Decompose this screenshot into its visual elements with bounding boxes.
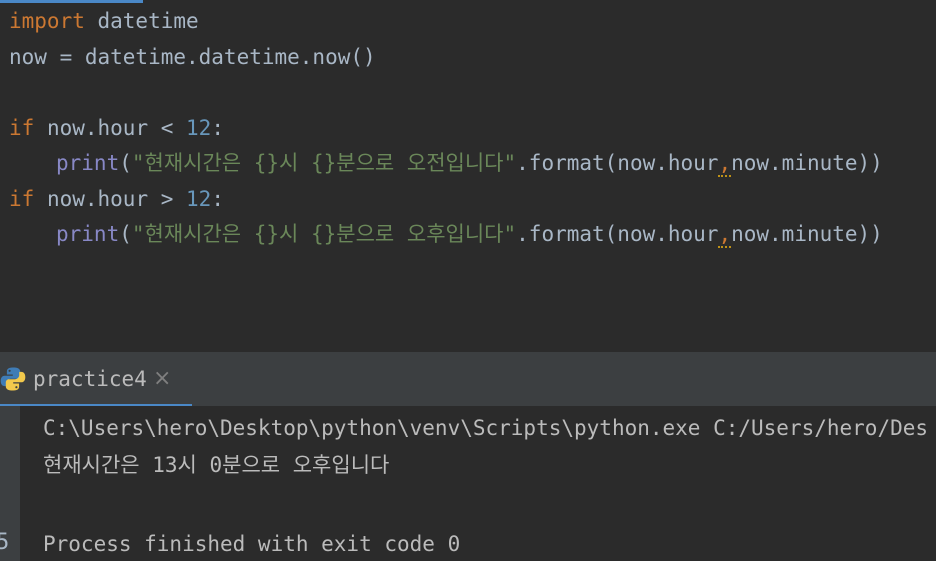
code-number: 12 bbox=[186, 187, 212, 211]
code-line-4[interactable]: if now.hour < 12: bbox=[9, 110, 224, 146]
code-paren: ( bbox=[119, 151, 132, 175]
code-line-2[interactable]: now = datetime.datetime.now() bbox=[9, 39, 376, 75]
code-string: "현재시간은 {}시 {}분으로 오전입니다" bbox=[131, 151, 517, 175]
code-line-5[interactable]: print("현재시간은 {}시 {}분으로 오전입니다".format(now… bbox=[9, 145, 883, 181]
code-call: .format(now.hour bbox=[516, 151, 719, 175]
gutter-partial-glyph: 5 bbox=[0, 530, 10, 555]
run-console-output[interactable]: C:\Users\hero\Desktop\python\venv\Script… bbox=[20, 406, 936, 561]
keyword-if: if bbox=[9, 116, 35, 140]
keyword-if: if bbox=[9, 187, 35, 211]
console-line-output: 현재시간은 13시 0분으로 오후입니다 bbox=[43, 453, 390, 477]
code-line-7[interactable]: print("현재시간은 {}시 {}분으로 오후입니다".format(now… bbox=[9, 216, 883, 252]
code-editor[interactable]: import datetime now = datetime.datetime.… bbox=[0, 0, 936, 288]
builtin-print: print bbox=[56, 222, 120, 246]
console-line-command: C:\Users\hero\Desktop\python\venv\Script… bbox=[43, 416, 929, 440]
run-tab-label: practice4 bbox=[33, 367, 147, 391]
builtin-print: print bbox=[56, 151, 120, 175]
code-text: now = datetime.datetime.now() bbox=[9, 45, 376, 69]
console-line-exit-status: Process finished with exit code 0 bbox=[43, 532, 461, 556]
code-condition: now.hour < bbox=[34, 116, 187, 140]
editor-empty-area[interactable] bbox=[0, 288, 936, 352]
run-tab-practice4[interactable]: practice4 × bbox=[0, 352, 192, 406]
code-colon: : bbox=[211, 116, 224, 140]
code-tail: now.minute)) bbox=[731, 222, 883, 246]
code-number: 12 bbox=[186, 116, 212, 140]
code-line-6[interactable]: if now.hour > 12: bbox=[9, 181, 224, 217]
code-colon: : bbox=[211, 187, 224, 211]
run-toolbar-gutter: 5 bbox=[0, 406, 20, 561]
code-text: datetime bbox=[84, 9, 199, 33]
code-call: .format(now.hour bbox=[516, 222, 719, 246]
code-tail: now.minute)) bbox=[731, 151, 883, 175]
code-line-1[interactable]: import datetime bbox=[9, 3, 199, 39]
code-condition: now.hour > bbox=[34, 187, 187, 211]
code-comma-warning[interactable]: , bbox=[718, 151, 732, 177]
run-tool-window-header: practice4 × bbox=[0, 352, 936, 406]
keyword-import: import bbox=[9, 9, 85, 33]
code-paren: ( bbox=[119, 222, 132, 246]
code-comma-warning[interactable]: , bbox=[718, 222, 732, 248]
close-icon[interactable]: × bbox=[153, 363, 171, 395]
python-icon bbox=[0, 367, 26, 391]
code-string: "현재시간은 {}시 {}분으로 오후입니다" bbox=[131, 222, 517, 246]
